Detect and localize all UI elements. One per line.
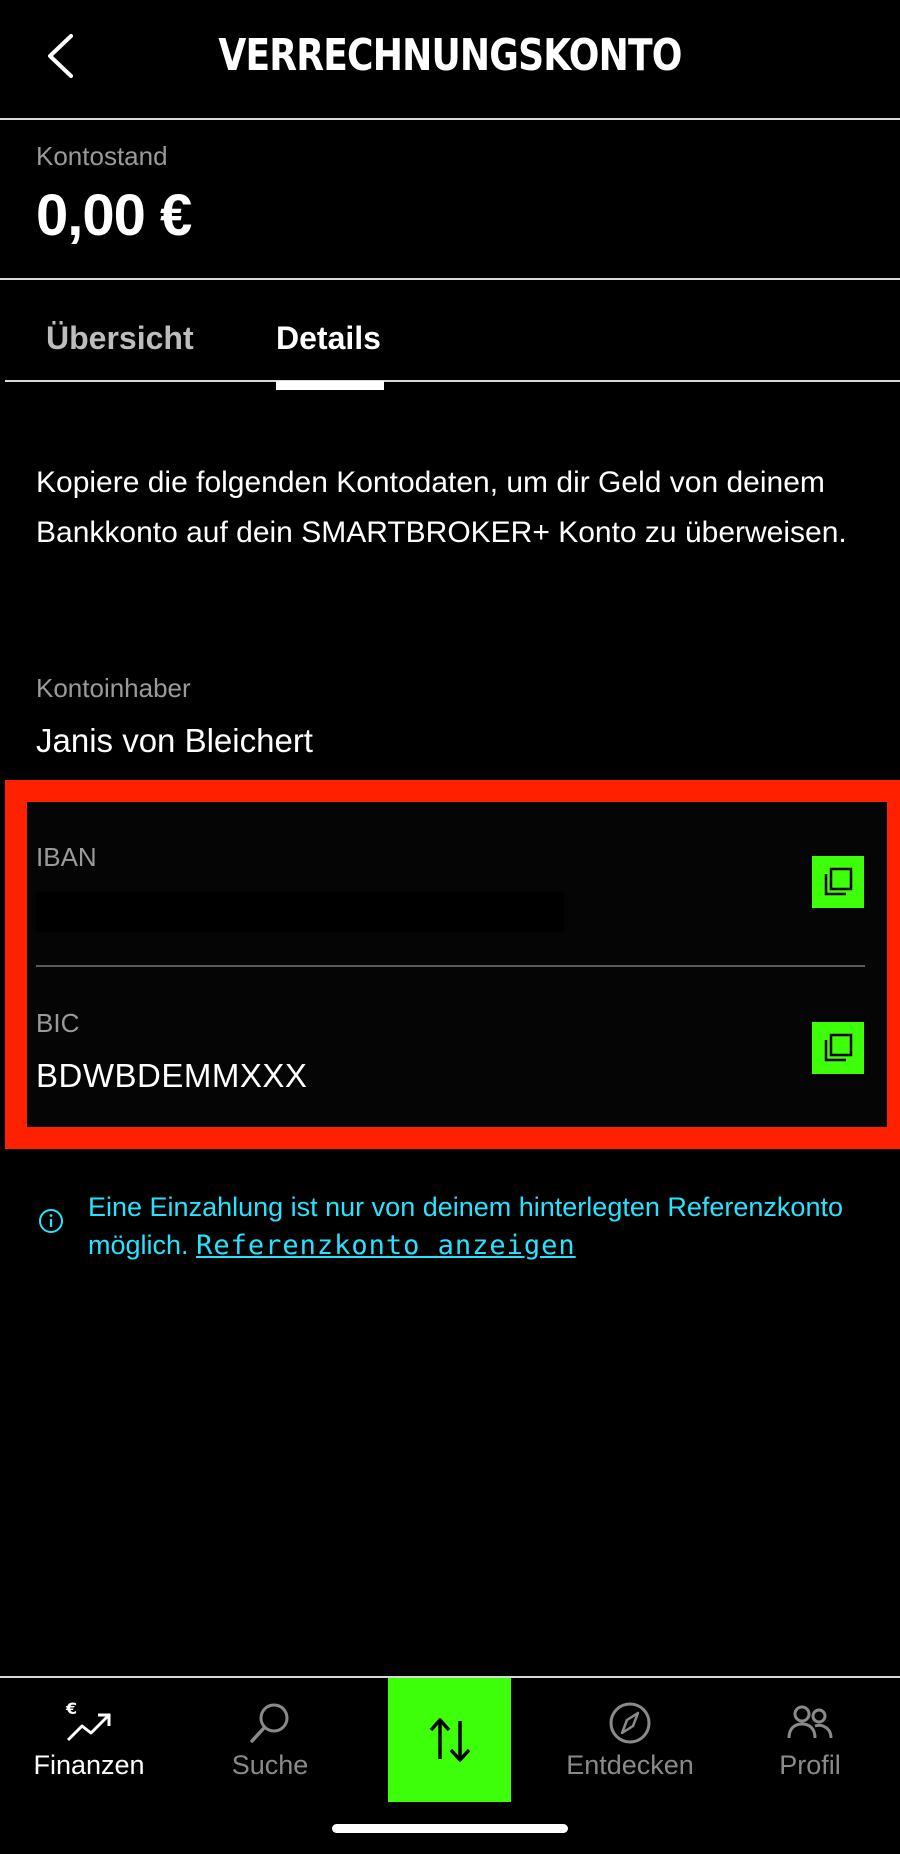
copy-iban-button[interactable] xyxy=(812,856,864,908)
compass-icon xyxy=(609,1702,651,1744)
copy-icon xyxy=(824,867,853,896)
bic-label: BIC xyxy=(36,1008,80,1038)
active-tab-indicator xyxy=(276,381,384,390)
divider xyxy=(0,278,900,280)
iban-label: IBAN xyxy=(36,842,97,872)
account-holder-value: Janis von Bleichert xyxy=(36,722,313,759)
info-note: Eine Einzahlung ist nur von deinem hinte… xyxy=(88,1188,878,1265)
page-title: VERRECHNUNGSKONTO xyxy=(218,30,682,81)
nav-label-suche: Suche xyxy=(231,1750,309,1780)
nav-label-profil: Profil xyxy=(779,1750,841,1780)
nav-item-profil[interactable]: Profil xyxy=(735,1678,885,1802)
transfer-button[interactable] xyxy=(388,1678,511,1802)
account-holder-label: Kontoinhaber xyxy=(36,673,191,703)
bic-value: BDWBDEMMXXX xyxy=(36,1057,308,1094)
reference-account-link[interactable]: Referenzkonto anzeigen xyxy=(196,1230,576,1261)
tab-details[interactable]: Details xyxy=(276,320,381,357)
instructions-text: Kopiere die folgenden Kontodaten, um dir… xyxy=(36,466,847,549)
iban-value-redacted xyxy=(36,892,564,932)
users-icon xyxy=(787,1705,833,1739)
nav-item-suche[interactable]: Suche xyxy=(195,1678,345,1802)
nav-item-finanzen[interactable]: € Finanzen xyxy=(14,1678,164,1802)
home-indicator[interactable] xyxy=(332,1824,568,1833)
info-icon xyxy=(39,1209,63,1233)
svg-text:€: € xyxy=(65,1700,77,1718)
copy-icon xyxy=(824,1033,853,1062)
nav-item-entdecken[interactable]: Entdecken xyxy=(555,1678,705,1802)
nav-label-finanzen: Finanzen xyxy=(33,1750,145,1780)
finance-chart-icon: € xyxy=(65,1700,111,1742)
tabs-divider xyxy=(5,380,900,382)
balance-label: Kontostand xyxy=(36,141,168,171)
transfer-arrows-icon xyxy=(429,1718,470,1762)
tab-uebersicht[interactable]: Übersicht xyxy=(46,320,194,357)
nav-label-entdecken: Entdecken xyxy=(566,1750,694,1780)
chevron-left-icon xyxy=(48,34,73,78)
balance-value: 0,00 € xyxy=(36,183,192,248)
search-icon xyxy=(250,1703,289,1743)
divider xyxy=(36,965,865,967)
copy-bic-button[interactable] xyxy=(812,1022,864,1074)
back-button[interactable] xyxy=(36,24,84,88)
